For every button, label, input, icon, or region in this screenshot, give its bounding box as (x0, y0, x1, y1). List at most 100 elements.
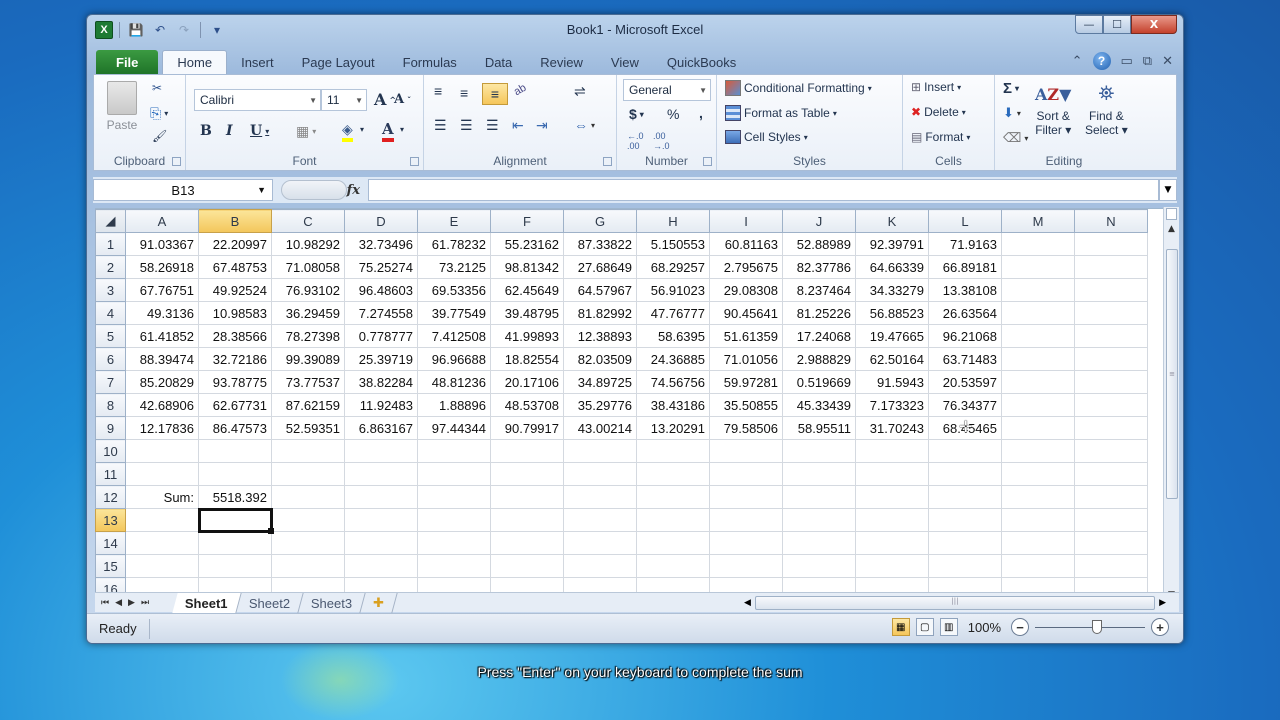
formula-input[interactable] (368, 179, 1159, 201)
cell-i14[interactable] (709, 531, 783, 555)
column-header-h[interactable]: H (636, 209, 710, 233)
cell-a7[interactable]: 85.20829 (125, 370, 199, 394)
cell-j5[interactable]: 17.24068 (782, 324, 856, 348)
cell-d15[interactable] (344, 554, 418, 578)
row-header-6[interactable]: 6 (95, 347, 126, 371)
cell-n2[interactable] (1074, 255, 1148, 279)
cell-j6[interactable]: 2.988829 (782, 347, 856, 371)
cell-a12[interactable]: Sum: (125, 485, 199, 509)
cell-e14[interactable] (417, 531, 491, 555)
scroll-left-arrow-icon[interactable]: ◀ (740, 598, 755, 608)
cell-g3[interactable]: 64.57967 (563, 278, 637, 302)
row-header-3[interactable]: 3 (95, 278, 126, 302)
horizontal-scrollbar[interactable]: ◀ ||| ▶ (740, 595, 1170, 611)
cell-g1[interactable]: 87.33822 (563, 232, 637, 256)
cell-j3[interactable]: 8.237464 (782, 278, 856, 302)
column-header-n[interactable]: N (1074, 209, 1148, 233)
align-center-button[interactable]: ☰ (460, 117, 473, 134)
horizontal-scroll-thumb[interactable]: ||| (754, 596, 1156, 610)
cell-l15[interactable] (928, 554, 1002, 578)
cell-j13[interactable] (782, 508, 856, 532)
cell-h4[interactable]: 47.76777 (636, 301, 710, 325)
top-align-button[interactable]: ≡ (434, 83, 442, 99)
dialog-launcher-icon[interactable] (172, 157, 181, 166)
cell-l1[interactable]: 71.9163 (928, 232, 1002, 256)
cell-c9[interactable]: 52.59351 (271, 416, 345, 440)
cell-e2[interactable]: 73.2125 (417, 255, 491, 279)
cell-k15[interactable] (855, 554, 929, 578)
cell-m16[interactable] (1001, 577, 1075, 592)
cell-m9[interactable] (1001, 416, 1075, 440)
insert-cells-button[interactable]: ⊞ Insert ▾ (911, 80, 961, 94)
cell-b11[interactable] (198, 462, 272, 486)
column-header-a[interactable]: A (125, 209, 199, 233)
cell-g8[interactable]: 35.29776 (563, 393, 637, 417)
insert-sheet-button[interactable]: ✚ (360, 592, 398, 613)
cell-m14[interactable] (1001, 531, 1075, 555)
format-painter-button[interactable]: 🖌 (152, 129, 167, 143)
cell-l13[interactable] (928, 508, 1002, 532)
column-header-f[interactable]: F (490, 209, 564, 233)
cell-j9[interactable]: 58.95511 (782, 416, 856, 440)
cell-h6[interactable]: 24.36885 (636, 347, 710, 371)
cell-m5[interactable] (1001, 324, 1075, 348)
cell-n8[interactable] (1074, 393, 1148, 417)
cell-a2[interactable]: 58.26918 (125, 255, 199, 279)
cell-j1[interactable]: 52.88989 (782, 232, 856, 256)
cell-n5[interactable] (1074, 324, 1148, 348)
cell-k9[interactable]: 31.70243 (855, 416, 929, 440)
tab-quickbooks[interactable]: QuickBooks (653, 50, 750, 74)
cell-h10[interactable] (636, 439, 710, 463)
cell-h12[interactable] (636, 485, 710, 509)
wrap-text-button[interactable]: ⇌ (574, 83, 586, 100)
cell-d10[interactable] (344, 439, 418, 463)
cell-f9[interactable]: 90.79917 (490, 416, 564, 440)
cell-c3[interactable]: 76.93102 (271, 278, 345, 302)
cell-a16[interactable] (125, 577, 199, 592)
cell-h9[interactable]: 13.20291 (636, 416, 710, 440)
cell-m13[interactable] (1001, 508, 1075, 532)
cell-h2[interactable]: 68.29257 (636, 255, 710, 279)
column-header-b[interactable]: B (198, 209, 272, 233)
cell-a15[interactable] (125, 554, 199, 578)
autosum-button[interactable]: Σ ▾ (1003, 80, 1019, 97)
last-sheet-icon[interactable]: ⏭ (141, 598, 149, 608)
tab-review[interactable]: Review (526, 50, 597, 74)
vertical-scroll-thumb[interactable]: ≡ (1166, 249, 1178, 499)
cell-g14[interactable] (563, 531, 637, 555)
cell-h8[interactable]: 38.43186 (636, 393, 710, 417)
cell-i11[interactable] (709, 462, 783, 486)
sheet-tab-sheet3[interactable]: Sheet3 (298, 592, 366, 613)
cell-e6[interactable]: 96.96688 (417, 347, 491, 371)
cell-k5[interactable]: 19.47665 (855, 324, 929, 348)
cell-m6[interactable] (1001, 347, 1075, 371)
cell-i15[interactable] (709, 554, 783, 578)
cell-f10[interactable] (490, 439, 564, 463)
cell-m3[interactable] (1001, 278, 1075, 302)
column-header-i[interactable]: I (709, 209, 783, 233)
row-header-5[interactable]: 5 (95, 324, 126, 348)
cell-k12[interactable] (855, 485, 929, 509)
cell-k2[interactable]: 64.66339 (855, 255, 929, 279)
cell-d14[interactable] (344, 531, 418, 555)
cell-g15[interactable] (563, 554, 637, 578)
workbook-minimize-icon[interactable]: ▭ (1121, 54, 1133, 69)
cell-e5[interactable]: 7.412508 (417, 324, 491, 348)
fill-button[interactable]: ⬇ ▾ (1003, 105, 1021, 121)
italic-button[interactable]: I (226, 123, 233, 139)
cell-h7[interactable]: 74.56756 (636, 370, 710, 394)
align-right-button[interactable]: ☰ (486, 117, 499, 134)
cell-i13[interactable] (709, 508, 783, 532)
cell-j2[interactable]: 82.37786 (782, 255, 856, 279)
column-header-e[interactable]: E (417, 209, 491, 233)
cell-h14[interactable] (636, 531, 710, 555)
first-sheet-icon[interactable]: ⏮ (101, 598, 109, 608)
cell-h11[interactable] (636, 462, 710, 486)
cell-n10[interactable] (1074, 439, 1148, 463)
cell-c1[interactable]: 10.98292 (271, 232, 345, 256)
cell-f4[interactable]: 39.48795 (490, 301, 564, 325)
cell-f8[interactable]: 48.53708 (490, 393, 564, 417)
maximize-button[interactable]: ☐ (1103, 15, 1131, 34)
cell-j8[interactable]: 45.33439 (782, 393, 856, 417)
cell-e8[interactable]: 1.88896 (417, 393, 491, 417)
